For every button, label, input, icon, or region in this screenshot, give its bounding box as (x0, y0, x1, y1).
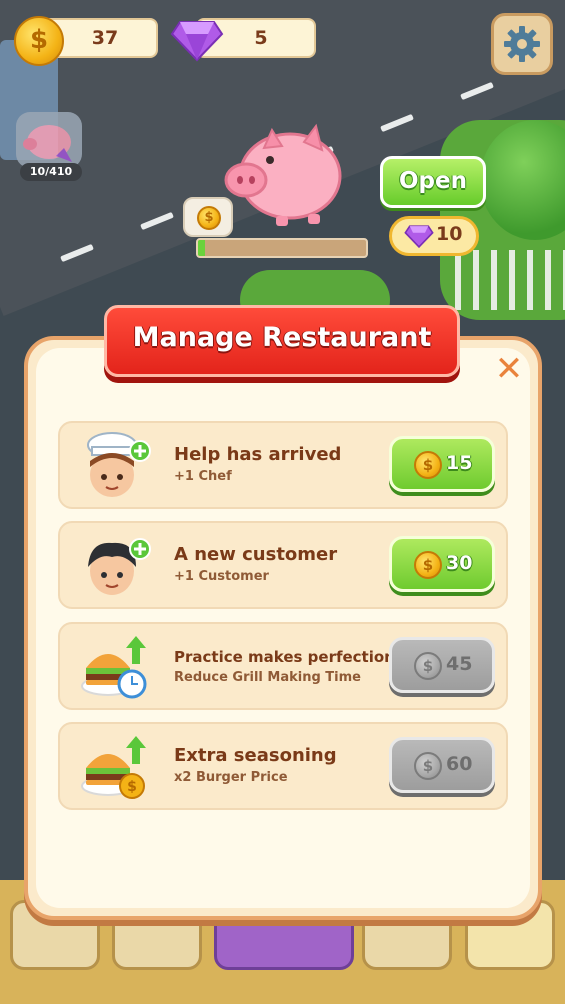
svg-text:$: $ (127, 779, 137, 795)
upgrade-subtitle: +1 Customer (174, 569, 269, 584)
buy-upgrade-button[interactable]: $ 30 (389, 536, 495, 592)
open-button[interactable]: Open (380, 156, 486, 208)
dollar-coin-icon: $ (197, 206, 221, 230)
dialog-title: Manage Restaurant (132, 322, 432, 353)
upgrade-card: Practice makes perfection Reduce Grill M… (58, 622, 508, 710)
open-cost-pill: 10 (389, 216, 479, 256)
dollar-coin-icon: $ (414, 451, 442, 479)
gear-icon (504, 26, 540, 62)
buy-upgrade-button[interactable]: $ 45 (389, 637, 495, 693)
upgrade-card: Help has arrived +1 Chef $ 15 (58, 421, 508, 509)
upgrade-subtitle: x2 Burger Price (174, 770, 288, 785)
settings-button[interactable] (491, 13, 553, 75)
upgrade-card: A new customer +1 Customer $ 30 (58, 521, 508, 609)
close-icon: ✕ (494, 349, 524, 389)
close-button[interactable]: ✕ (494, 352, 524, 386)
upgrade-price: 30 (446, 552, 473, 574)
dollar-coin-icon: $ (414, 551, 442, 579)
upgrade-subtitle: Reduce Grill Making Time (174, 670, 361, 685)
purple-gem-icon (404, 225, 434, 248)
coin-bubble: $ (183, 197, 233, 237)
chef-avatar-icon (87, 432, 151, 497)
upgrade-title: A new customer (174, 544, 338, 565)
dollar-coin-icon: $ (414, 652, 442, 680)
fence (455, 250, 565, 310)
dollar-coin-icon: $ (414, 752, 442, 780)
piggy-bank-shortcut[interactable] (16, 112, 82, 168)
upgrade-title: Practice makes perfection (174, 648, 395, 666)
piggy-bank-icon (23, 125, 72, 162)
piggy-bank[interactable] (220, 118, 346, 228)
piggy-bank-count: 10/410 (20, 163, 82, 181)
progress-fill (198, 240, 205, 256)
upgrade-price: 15 (446, 452, 473, 474)
upgrade-title: Help has arrived (174, 444, 342, 465)
upgrade-price: 60 (446, 753, 473, 775)
buy-upgrade-button[interactable]: $ 15 (389, 436, 495, 492)
piggy-bank-icon (224, 123, 342, 226)
piggy-bank-progress-bar (196, 238, 368, 258)
buy-upgrade-button[interactable]: $ 60 (389, 737, 495, 793)
open-cost: 10 (436, 223, 463, 245)
burger-timer-icon (81, 636, 147, 699)
purple-gem-icon (170, 21, 224, 62)
upgrade-title: Extra seasoning (174, 745, 337, 766)
upgrade-card: $ Extra seasoning x2 Burger Price $ 60 (58, 722, 508, 810)
upgrade-subtitle: +1 Chef (174, 469, 232, 484)
dollar-coin-icon: $ (14, 16, 64, 66)
burger-coin-icon: $ (81, 736, 146, 799)
dialog-banner: Manage Restaurant (104, 305, 460, 377)
upgrade-price: 45 (446, 653, 473, 675)
customer-avatar-icon (88, 538, 151, 595)
